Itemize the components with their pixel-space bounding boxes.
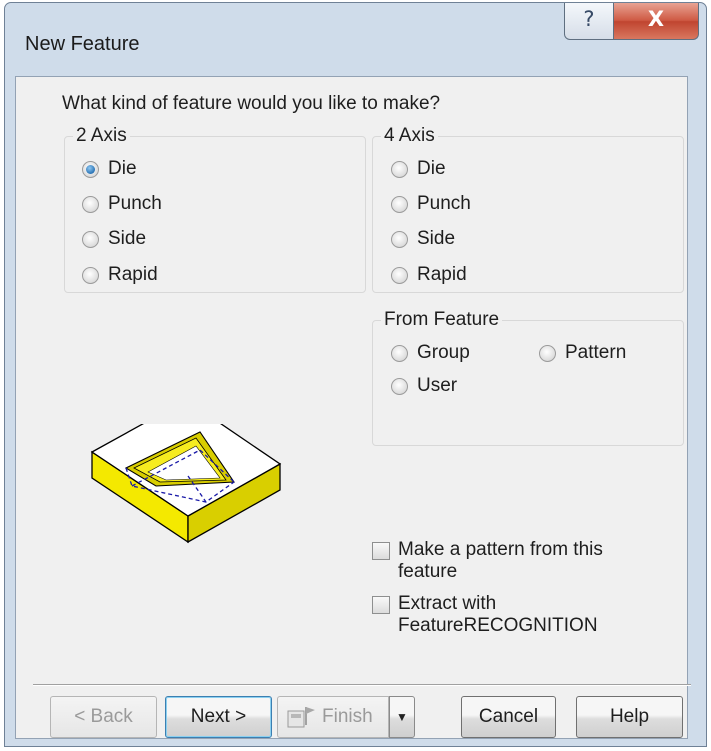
checkbox-label: Make a pattern from this feature [398,539,603,583]
close-icon: X [647,7,665,31]
finish-flag-icon [287,707,315,728]
finish-button[interactable]: Finish [277,696,389,738]
make-pattern-label-line2: feature [398,561,458,582]
radio-indicator[interactable] [82,266,99,284]
radio-indicator[interactable] [539,344,556,362]
radio-2axis-rapid[interactable]: Rapid [82,264,158,286]
help-button[interactable]: Help [576,696,683,738]
checkbox-indicator[interactable] [372,596,390,614]
cancel-button[interactable]: Cancel [461,696,556,738]
radio-4axis-die[interactable]: Die [391,158,446,180]
help-title-button[interactable]: ? [564,3,614,40]
radio-label: Rapid [417,264,467,285]
chevron-down-icon: ▼ [396,710,408,724]
radio-label: Side [417,228,456,249]
radio-2axis-die[interactable]: Die [82,158,137,180]
radio-indicator[interactable] [82,230,99,248]
radio-indicator[interactable] [391,230,408,248]
finish-split-button[interactable]: Finish ▼ [277,696,415,738]
radio-indicator[interactable] [391,344,408,362]
make-pattern-label-line1: Make a pattern from this [398,539,603,560]
close-button[interactable]: X [613,3,699,40]
radio-4axis-side[interactable]: Side [391,228,455,250]
radio-indicator[interactable] [391,195,408,213]
radio-2axis-punch[interactable]: Punch [82,193,162,215]
make-pattern-checkbox[interactable]: Make a pattern from this feature [372,539,603,583]
radio-label: Pattern [565,342,627,363]
radio-label: Side [108,228,147,249]
group-2-axis-legend: 2 Axis [73,125,130,147]
next-button-label: Next > [190,706,247,727]
extract-recognition-checkbox[interactable]: Extract with FeatureRECOGNITION [372,593,598,637]
radio-label: Punch [417,193,471,214]
radio-indicator[interactable] [391,160,408,178]
back-button-label: < Back [74,706,133,727]
pocket-feature-illustration [90,424,282,544]
help-button-label: Help [609,706,650,727]
question-icon: ? [583,7,595,31]
back-button[interactable]: < Back [50,696,157,738]
radio-label: Rapid [108,264,158,285]
extract-label-line2: FeatureRECOGNITION [398,615,598,636]
checkbox-indicator[interactable] [372,542,390,560]
radio-label: Group [417,342,470,363]
group-4-axis-legend: 4 Axis [381,125,438,147]
window-title: New Feature [25,33,140,55]
radio-4axis-rapid[interactable]: Rapid [391,264,467,286]
radio-from-pattern[interactable]: Pattern [539,342,626,364]
finish-button-label: Finish [322,706,373,727]
radio-label: User [417,375,458,396]
radio-indicator[interactable] [82,160,99,178]
radio-indicator[interactable] [391,266,408,284]
radio-label: Die [417,158,446,179]
radio-4axis-punch[interactable]: Punch [391,193,471,215]
radio-indicator[interactable] [391,377,408,395]
radio-label: Punch [108,193,162,214]
cancel-button-label: Cancel [478,706,539,727]
group-from-feature-legend: From Feature [381,309,503,331]
finish-dropdown-button[interactable]: ▼ [389,696,415,738]
radio-from-group[interactable]: Group [391,342,470,364]
next-button[interactable]: Next > [165,696,272,738]
radio-2axis-side[interactable]: Side [82,228,146,250]
feature-question: What kind of feature would you like to m… [62,93,441,114]
extract-label-line1: Extract with [398,593,497,614]
checkbox-label: Extract with FeatureRECOGNITION [398,593,598,637]
radio-indicator[interactable] [82,195,99,213]
radio-from-user[interactable]: User [391,375,457,397]
radio-label: Die [108,158,137,179]
button-separator [33,684,691,686]
